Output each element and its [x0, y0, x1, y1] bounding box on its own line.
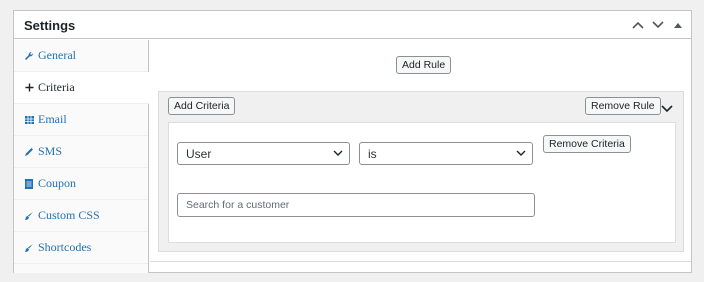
tab-label: Custom CSS	[38, 208, 100, 222]
tab-label: Email	[38, 112, 67, 126]
triangle-up-icon	[674, 23, 682, 28]
toggle-panel-button[interactable]	[671, 16, 685, 34]
criteria-row: User is Remove Criteria	[168, 122, 676, 243]
tab-coupon[interactable]: Coupon	[14, 168, 148, 200]
wrench-icon	[23, 51, 35, 61]
table-icon	[23, 115, 35, 124]
remove-rule-button[interactable]: Remove Rule	[585, 97, 661, 115]
tab-label: General	[38, 48, 76, 62]
chevron-down-icon	[516, 150, 526, 156]
criteria-content: Add Rule Add Criteria Remove Rule User i…	[150, 40, 691, 272]
settings-sidebar: General Criteria Email SMS Coupon Custom…	[14, 40, 149, 273]
customer-search-input[interactable]	[177, 193, 535, 217]
tab-custom-css[interactable]: Custom CSS	[14, 200, 148, 232]
add-criteria-button[interactable]: Add Criteria	[168, 97, 236, 115]
select-value: User	[186, 146, 212, 161]
chevron-down-icon	[661, 105, 673, 113]
chevron-down-icon	[652, 21, 664, 29]
chevron-down-icon	[333, 150, 343, 156]
criteria-field-select[interactable]: User	[177, 142, 350, 165]
panel-title: Settings	[24, 18, 76, 33]
pencil-icon	[23, 147, 35, 157]
document-icon	[23, 178, 35, 189]
chevron-up-icon	[632, 21, 644, 29]
add-rule-button[interactable]: Add Rule	[396, 56, 452, 74]
rule-toggle-button[interactable]	[661, 100, 673, 118]
settings-panel: Settings General Criteria Email SMS Coup…	[13, 10, 692, 273]
tab-label: Shortcodes	[38, 240, 92, 254]
move-up-button[interactable]	[631, 16, 645, 34]
remove-criteria-button[interactable]: Remove Criteria	[543, 135, 631, 153]
tab-sms[interactable]: SMS	[14, 136, 148, 168]
panel-header: Settings	[14, 11, 691, 39]
brush-icon	[23, 243, 35, 253]
content-divider	[150, 261, 691, 262]
tab-label: Criteria	[38, 80, 75, 94]
tab-shortcodes[interactable]: Shortcodes	[14, 232, 148, 264]
tab-criteria[interactable]: Criteria	[14, 72, 149, 104]
criteria-operator-select[interactable]: is	[359, 142, 533, 165]
move-down-button[interactable]	[651, 16, 665, 34]
plus-icon	[23, 83, 35, 92]
panel-header-controls	[631, 16, 685, 34]
tab-general[interactable]: General	[14, 40, 148, 72]
brush-icon	[23, 211, 35, 221]
tab-label: Coupon	[38, 176, 77, 190]
select-value: is	[368, 146, 377, 161]
rule-container: Add Criteria Remove Rule User is Remove …	[158, 91, 684, 252]
tab-email[interactable]: Email	[14, 104, 148, 136]
tab-label: SMS	[38, 144, 63, 158]
